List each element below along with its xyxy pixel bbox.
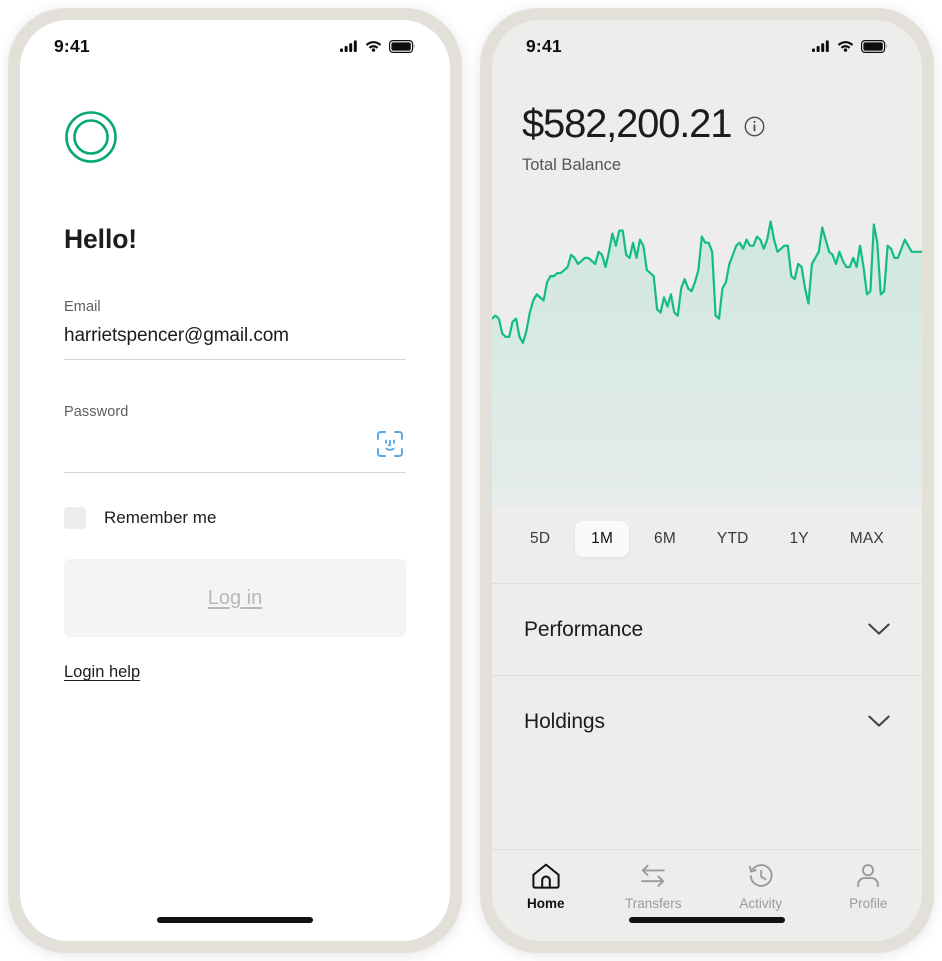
password-field-group: Password — [64, 404, 406, 473]
email-field-label: Email — [64, 299, 101, 315]
tab-label-profile: Profile — [849, 896, 888, 911]
transfer-arrows-icon — [638, 862, 668, 889]
section-performance[interactable]: Performance — [492, 583, 922, 675]
email-field-underline — [64, 359, 406, 360]
range-chip-ytd[interactable]: YTD — [701, 521, 765, 557]
chevron-down-icon[interactable] — [868, 623, 890, 636]
password-field-label: Password — [64, 404, 129, 420]
range-chip-max[interactable]: MAX — [834, 521, 900, 557]
tab-profile[interactable]: Profile — [815, 862, 923, 911]
balance-area-chart[interactable] — [492, 197, 922, 507]
signal-bars-icon — [340, 40, 358, 52]
page-title: Hello! — [64, 224, 138, 254]
tab-transfers[interactable]: Transfers — [600, 862, 708, 911]
section-holdings[interactable]: Holdings — [492, 675, 922, 767]
login-form: Hello! Email Password — [20, 110, 450, 682]
status-bar-time: 9:41 — [526, 35, 562, 56]
total-balance-amount: $582,200.21 — [522, 102, 732, 146]
section-title-holdings: Holdings — [524, 709, 605, 733]
home-indicator — [157, 917, 313, 923]
tab-home[interactable]: Home — [492, 862, 600, 911]
bottom-tab-bar: Home Transfers Activity Profile — [492, 849, 922, 941]
login-help-link[interactable]: Login help — [64, 663, 140, 682]
balance-block: $582,200.21 Total Balance — [492, 66, 922, 175]
remember-me-checkbox[interactable] — [64, 507, 86, 529]
battery-full-icon — [861, 39, 888, 53]
chevron-down-icon[interactable] — [868, 715, 890, 728]
email-input[interactable] — [64, 315, 406, 359]
remember-me-label: Remember me — [104, 508, 217, 527]
tab-label-transfers: Transfers — [624, 896, 682, 911]
face-id-icon[interactable] — [376, 429, 406, 459]
status-bar-time: 9:41 — [54, 35, 90, 56]
range-chip-5d[interactable]: 5D — [514, 521, 566, 557]
clock-history-icon — [746, 862, 776, 889]
remember-me-row[interactable]: Remember me — [64, 507, 406, 529]
concentric-rings-logo — [64, 110, 406, 164]
range-chip-6m[interactable]: 6M — [638, 521, 692, 557]
home-indicator — [629, 917, 785, 923]
tab-activity[interactable]: Activity — [707, 862, 815, 911]
battery-full-icon — [389, 39, 416, 53]
log-in-button[interactable]: Log in — [64, 559, 406, 637]
tab-label-home: Home — [526, 896, 565, 911]
status-bar-icons — [340, 39, 416, 53]
login-screen: 9:41 Hello! Email harrietspencer@gmail.c… — [20, 20, 450, 941]
status-bar: 9:41 — [492, 20, 922, 66]
person-icon — [853, 862, 883, 889]
time-range-selector: 5D 1M 6M YTD 1Y MAX — [492, 507, 922, 583]
wifi-icon — [837, 40, 854, 52]
tab-label-activity: Activity — [739, 896, 783, 911]
status-bar: 9:41 — [20, 20, 450, 66]
range-chip-1y[interactable]: 1Y — [773, 521, 824, 557]
info-circle-icon[interactable] — [744, 116, 765, 137]
screenshot-stage: 9:41 Hello! Email harrietspencer@gmail.c… — [0, 0, 942, 961]
total-balance-caption: Total Balance — [522, 156, 622, 174]
email-field-group: Email — [64, 299, 406, 360]
range-chip-1m[interactable]: 1M — [575, 521, 630, 557]
portfolio-screen: 9:41 $582,200.21 Total Balance 5D 1M 6M … — [492, 20, 922, 941]
section-title-performance: Performance — [524, 617, 644, 641]
phone-mockup-portfolio: 9:41 $582,200.21 Total Balance 5D 1M 6M … — [480, 8, 934, 953]
home-icon — [531, 862, 561, 889]
wifi-icon — [365, 40, 382, 52]
balance-row: $582,200.21 — [522, 104, 892, 144]
password-input[interactable] — [64, 420, 406, 472]
phone-mockup-login: 9:41 Hello! Email harrietspencer@gmail.c… — [8, 8, 462, 953]
signal-bars-icon — [812, 40, 830, 52]
password-field-underline — [64, 472, 406, 473]
status-bar-icons — [812, 39, 888, 53]
